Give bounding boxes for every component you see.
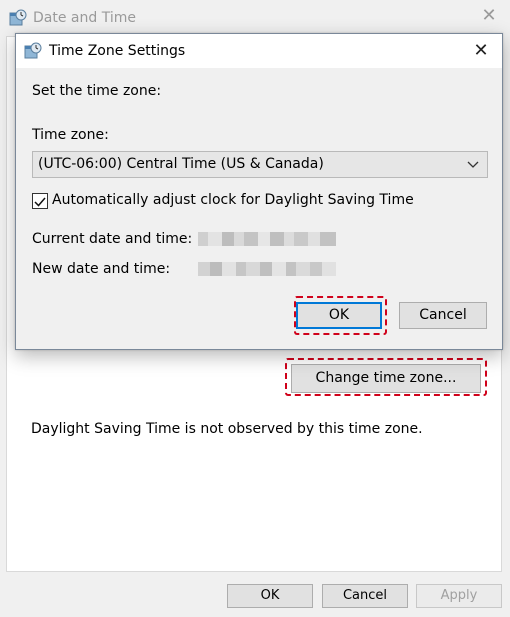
new-datetime-label: New date and time: (32, 261, 171, 277)
current-datetime-label: Current date and time: (32, 231, 193, 247)
ok-button[interactable]: OK (296, 302, 382, 329)
close-icon[interactable]: ✕ (478, 5, 500, 27)
time-zone-select[interactable]: (UTC-06:00) Central Time (US & Canada) (32, 151, 488, 178)
window-title: Date and Time (33, 10, 136, 26)
ok-button[interactable]: OK (227, 584, 313, 608)
dialog-title: Time Zone Settings (49, 43, 186, 59)
current-datetime-value-redacted (198, 232, 336, 246)
cancel-button[interactable]: Cancel (322, 584, 408, 608)
close-icon[interactable]: ✕ (470, 40, 492, 62)
time-zone-value: (UTC-06:00) Central Time (US & Canada) (38, 156, 324, 172)
apply-button[interactable]: Apply (416, 584, 502, 608)
chevron-down-icon[interactable] (465, 156, 481, 172)
dst-checkbox[interactable] (32, 193, 48, 209)
dialog-title-bar: Time Zone Settings ✕ (16, 34, 502, 68)
checkmark-icon (34, 197, 46, 207)
set-time-zone-label: Set the time zone: (32, 83, 162, 99)
cancel-button[interactable]: Cancel (399, 302, 487, 329)
date-time-icon (24, 42, 42, 60)
date-time-icon (9, 9, 27, 27)
dst-message: Daylight Saving Time is not observed by … (31, 421, 423, 437)
new-datetime-value-redacted (198, 262, 336, 276)
change-time-zone-button[interactable]: Change time zone... (291, 364, 481, 393)
time-zone-label: Time zone: (32, 127, 109, 143)
time-zone-settings-dialog: Time Zone Settings ✕ Set the time zone: … (15, 33, 503, 350)
dst-checkbox-label[interactable]: Automatically adjust clock for Daylight … (52, 192, 414, 208)
